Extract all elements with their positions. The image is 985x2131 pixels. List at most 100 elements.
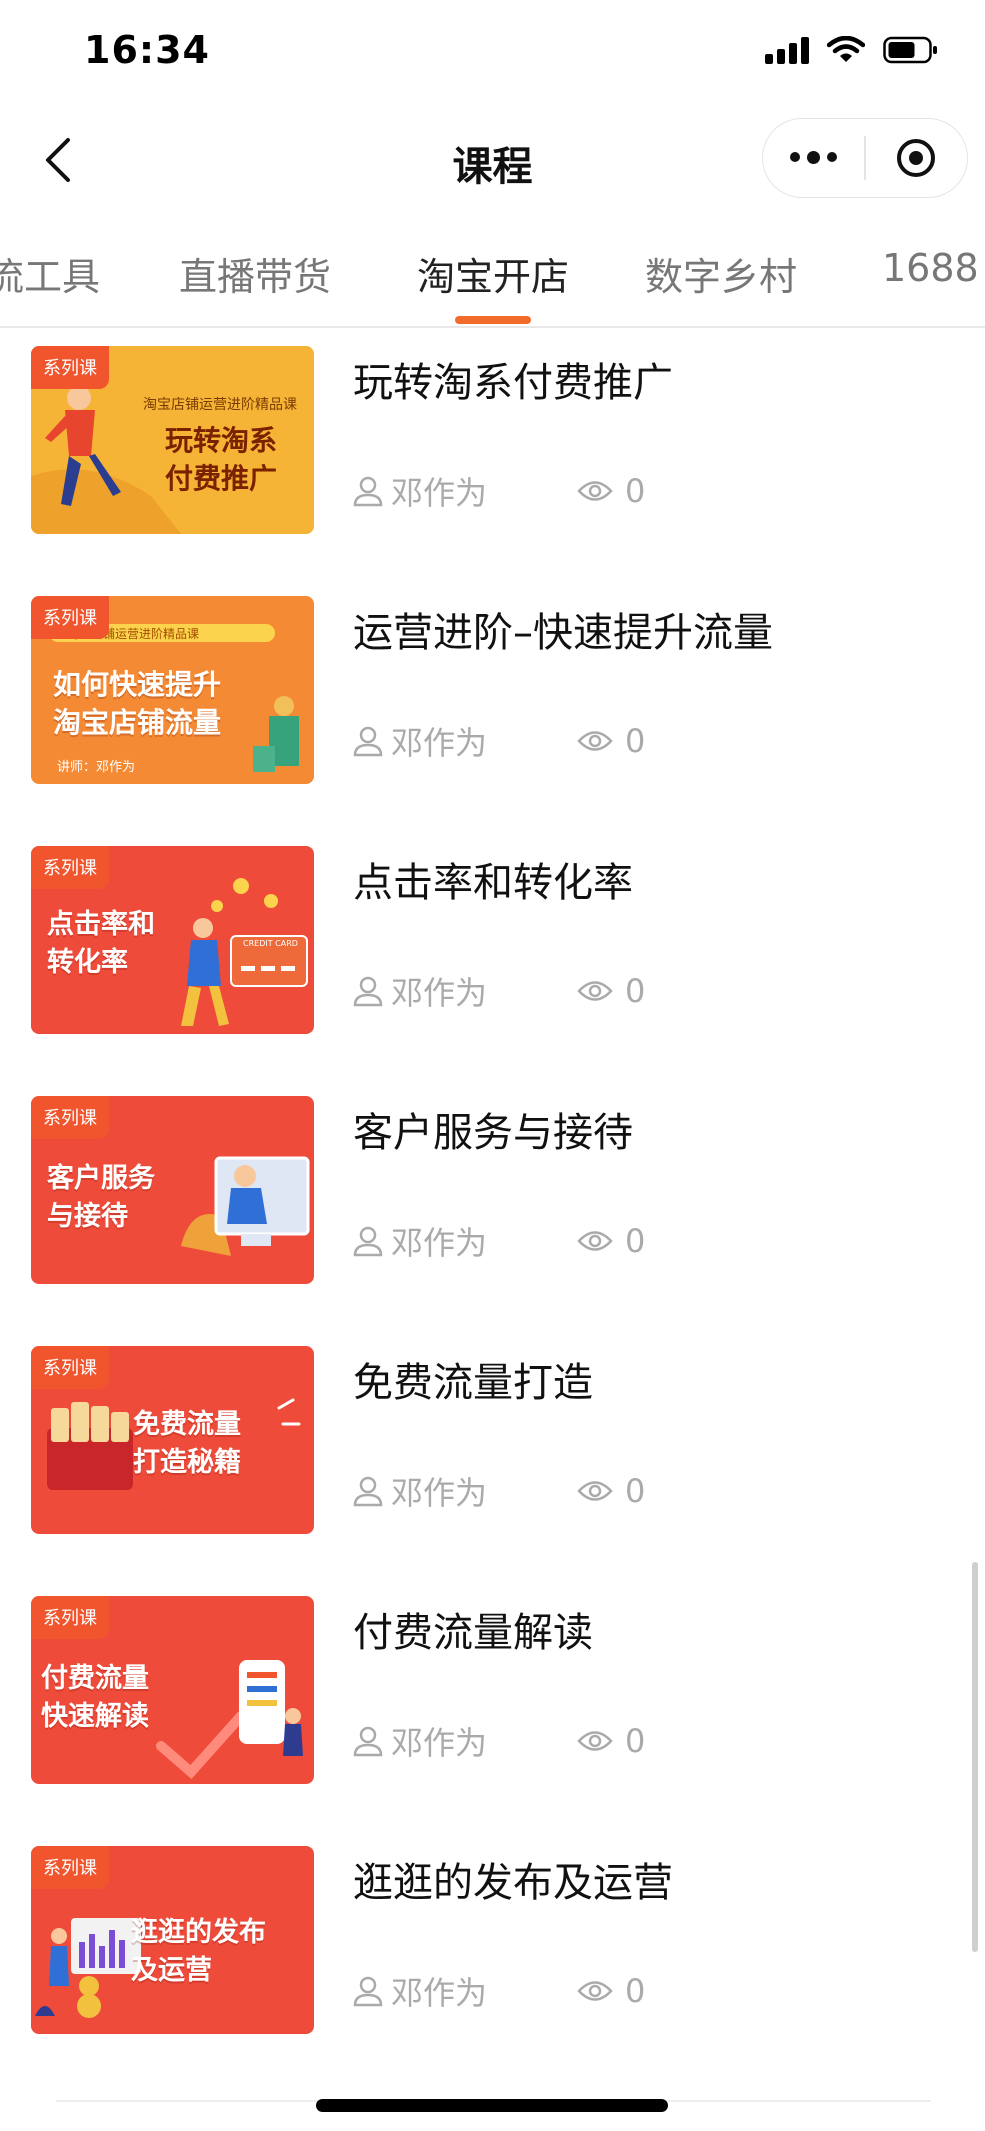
author-name: 邓作为 bbox=[391, 1724, 488, 1762]
course-item[interactable]: 系列课 淘宝店铺运营进阶精品课 如何快速提升 淘宝店铺流量 讲师：邓作为 运营进… bbox=[0, 580, 985, 830]
cover-heading: 如何快速提升 淘宝店铺流量 bbox=[53, 668, 222, 739]
view-count: 0 bbox=[625, 972, 646, 1010]
course-title[interactable]: 玩转淘系付费推广 bbox=[353, 350, 673, 408]
course-views: 0 bbox=[577, 472, 645, 510]
course-item[interactable]: 系列课 付费流量 快速解读 付费流量解读 邓作为 0 bbox=[0, 1580, 985, 1830]
miniprogram-capsule bbox=[762, 118, 968, 198]
course-item[interactable]: 系列课 客户服务 与接待 客户服务与接待 邓作为 0 bbox=[0, 1080, 985, 1330]
eye-icon bbox=[577, 481, 613, 501]
course-author: 邓作为 bbox=[351, 468, 577, 514]
course-meta: 邓作为 0 bbox=[351, 468, 645, 514]
eye-icon bbox=[577, 1231, 613, 1251]
course-meta: 邓作为 0 bbox=[351, 1218, 645, 1264]
cover-subheading: 淘宝店铺运营进阶精品课 bbox=[143, 397, 297, 413]
course-item[interactable]: 系列课 免费流量 打造秘籍 免费流量打造 邓作为 0 bbox=[0, 1330, 985, 1580]
author-name: 邓作为 bbox=[391, 724, 488, 762]
author-name: 邓作为 bbox=[391, 1474, 488, 1512]
course-title[interactable]: 付费流量解读 bbox=[353, 1600, 593, 1658]
author-name: 邓作为 bbox=[391, 974, 488, 1012]
battery-icon bbox=[883, 36, 939, 64]
course-thumbnail[interactable]: 系列课 免费流量 打造秘籍 bbox=[31, 1346, 314, 1534]
course-thumbnail[interactable]: 系列课 淘宝店铺运营进阶精品课 如何快速提升 淘宝店铺流量 讲师：邓作为 bbox=[31, 596, 314, 784]
course-meta: 邓作为 0 bbox=[351, 1468, 645, 1514]
course-views: 0 bbox=[577, 1472, 645, 1510]
course-meta: 邓作为 0 bbox=[351, 1718, 645, 1764]
course-views: 0 bbox=[577, 1222, 645, 1260]
user-icon bbox=[353, 1976, 383, 2007]
author-name: 邓作为 bbox=[391, 1974, 488, 2012]
course-title[interactable]: 客户服务与接待 bbox=[353, 1100, 633, 1158]
scrollbar[interactable] bbox=[972, 1562, 978, 1952]
view-count: 0 bbox=[625, 722, 646, 760]
course-author: 邓作为 bbox=[351, 1718, 577, 1764]
user-icon bbox=[353, 1726, 383, 1757]
eye-icon bbox=[577, 731, 613, 751]
course-title[interactable]: 运营进阶–快速提升流量 bbox=[353, 600, 773, 658]
course-thumbnail[interactable]: 系列课 客户服务 与接待 bbox=[31, 1096, 314, 1284]
status-bar: 16:34 bbox=[0, 0, 985, 110]
course-thumbnail[interactable]: 系列课 CREDIT CARD 点击率和 转化率 bbox=[31, 846, 314, 1034]
view-count: 0 bbox=[625, 1972, 646, 2010]
target-icon bbox=[897, 139, 936, 177]
nav-bar: 课程 bbox=[0, 110, 985, 210]
user-icon bbox=[353, 976, 383, 1007]
course-views: 0 bbox=[577, 972, 645, 1010]
course-views: 0 bbox=[577, 1722, 645, 1760]
user-icon bbox=[353, 1226, 383, 1257]
course-badge: 系列课 bbox=[31, 1096, 109, 1139]
tab-3[interactable]: 数字乡村 bbox=[645, 246, 797, 301]
status-icons bbox=[765, 36, 939, 64]
course-badge: 系列课 bbox=[31, 346, 109, 389]
author-name: 邓作为 bbox=[391, 474, 488, 512]
course-item[interactable]: 系列课 逛逛的发布 及运营 逛逛的发布及运营 邓作为 0 bbox=[0, 1830, 985, 2080]
course-meta: 邓作为 0 bbox=[351, 718, 645, 764]
cover-heading: 逛逛的发布 及运营 bbox=[131, 1917, 266, 1986]
cover-card-text: CREDIT CARD bbox=[243, 939, 298, 948]
tab-1[interactable]: 直播带货 bbox=[179, 246, 331, 301]
course-meta: 邓作为 0 bbox=[351, 968, 645, 1014]
user-icon bbox=[353, 726, 383, 757]
category-tabs: 流工具 直播带货 淘宝开店 数字乡村 1688 bbox=[0, 232, 985, 328]
author-name: 邓作为 bbox=[391, 1224, 488, 1262]
course-views: 0 bbox=[577, 1972, 645, 2010]
course-author: 邓作为 bbox=[351, 968, 577, 1014]
close-miniprogram-button[interactable] bbox=[866, 119, 967, 197]
tab-4[interactable]: 1688 bbox=[882, 246, 979, 290]
user-icon bbox=[353, 476, 383, 507]
eye-icon bbox=[577, 981, 613, 1001]
course-badge: 系列课 bbox=[31, 846, 109, 889]
eye-icon bbox=[577, 1481, 613, 1501]
course-badge: 系列课 bbox=[31, 1596, 109, 1639]
more-icon bbox=[790, 151, 838, 164]
course-item[interactable]: 系列课 淘宝店铺运营进阶精品课 玩转淘系 付费推广 玩转淘系付费推广 邓作为 0 bbox=[0, 330, 985, 580]
home-indicator[interactable] bbox=[316, 2099, 668, 2112]
course-thumbnail[interactable]: 系列课 逛逛的发布 及运营 bbox=[31, 1846, 314, 2034]
view-count: 0 bbox=[625, 1472, 646, 1510]
cellular-signal-icon bbox=[765, 36, 809, 64]
course-views: 0 bbox=[577, 722, 645, 760]
cover-heading: 玩转淘系 付费推广 bbox=[165, 424, 278, 495]
course-title[interactable]: 逛逛的发布及运营 bbox=[353, 1850, 673, 1908]
course-thumbnail[interactable]: 系列课 付费流量 快速解读 bbox=[31, 1596, 314, 1784]
active-tab-indicator bbox=[455, 316, 531, 324]
course-title[interactable]: 免费流量打造 bbox=[353, 1350, 593, 1408]
tab-0[interactable]: 流工具 bbox=[0, 246, 100, 301]
view-count: 0 bbox=[625, 1222, 646, 1260]
cover-heading: 点击率和 转化率 bbox=[47, 909, 155, 978]
cover-heading: 付费流量 快速解读 bbox=[41, 1663, 149, 1732]
course-thumbnail[interactable]: 系列课 淘宝店铺运营进阶精品课 玩转淘系 付费推广 bbox=[31, 346, 314, 534]
course-badge: 系列课 bbox=[31, 1846, 109, 1889]
cover-heading: 客户服务 与接待 bbox=[47, 1163, 155, 1232]
more-button[interactable] bbox=[763, 119, 864, 197]
tab-2[interactable]: 淘宝开店 bbox=[417, 246, 569, 301]
wifi-icon bbox=[827, 36, 865, 64]
course-badge: 系列课 bbox=[31, 1346, 109, 1389]
user-icon bbox=[353, 1476, 383, 1507]
course-author: 邓作为 bbox=[351, 718, 577, 764]
course-item[interactable]: 系列课 CREDIT CARD 点击率和 转化率 点击率和转化率 邓作为 0 bbox=[0, 830, 985, 1080]
course-author: 邓作为 bbox=[351, 1968, 577, 2014]
view-count: 0 bbox=[625, 472, 646, 510]
course-meta: 邓作为 0 bbox=[351, 1968, 645, 2014]
eye-icon bbox=[577, 1981, 613, 2001]
course-title[interactable]: 点击率和转化率 bbox=[353, 850, 633, 908]
